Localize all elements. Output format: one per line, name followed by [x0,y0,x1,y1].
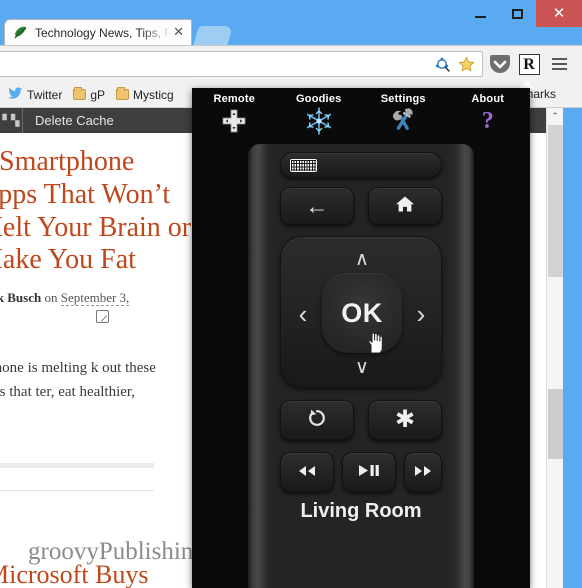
groovypost-favicon-icon [13,25,29,41]
browser-tab[interactable]: Technology News, Tips, R ✕ [4,19,192,46]
page-title: 3 Smartphone Apps That Won’t Melt Your B… [0,146,192,276]
page-scrollbar[interactable]: ⌃ [546,108,563,588]
article-excerpt: rtphone is melting k out these apps that… [0,360,156,401]
dpad-left-button[interactable]: ‹ [291,301,315,327]
dpad-up-button[interactable]: ∧ [347,247,377,271]
play-pause-icon [357,464,381,480]
remote-body: ← ∧ ‹ › ∨ OK ✱ Living Room [248,144,474,588]
scrollbar-thumb-secondary[interactable] [548,389,563,459]
tools-icon [388,107,418,135]
byline-connector: on [44,290,58,305]
fast-forward-icon [413,465,433,480]
folder-icon [116,87,130,100]
dpad-right-button[interactable]: › [409,301,433,327]
pocket-extension-button[interactable] [487,52,513,77]
rewind-icon [297,465,317,480]
tab-close-button[interactable]: ✕ [171,24,191,42]
home-icon [395,195,415,217]
replay-button[interactable] [280,400,354,440]
roku-icon-label: R [518,54,540,75]
play-pause-button[interactable] [342,452,396,492]
bookmark-twitter[interactable]: Twitter [8,86,63,103]
menu-icon [551,58,567,60]
browser-toolbar: R [0,45,582,82]
scroll-up-arrow-icon[interactable]: ⌃ [547,108,563,125]
window-controls: ✕ [462,0,582,27]
byline-date: September 3, [60,290,130,306]
dpad-down-button[interactable]: ∨ [347,355,377,379]
omnibox-icons [432,54,482,74]
tab-remote[interactable]: Remote [192,88,277,143]
close-window-button[interactable]: ✕ [536,0,582,27]
tab-goodies[interactable]: Goodies [277,88,362,143]
asterisk-icon: ✱ [394,406,416,433]
dpad-icon [221,107,247,135]
menu-icon-line3 [551,68,567,70]
new-tab-button[interactable] [193,26,233,46]
maximize-button[interactable] [499,0,536,27]
roku-remote-popup: Remote Goodies Settings About ? ← ∧ ‹ › … [192,88,530,588]
chart-icon[interactable]: ▘▚ [0,114,22,127]
bookmark-label: Twitter [27,87,63,102]
roku-extension-button[interactable]: R [516,52,542,77]
tab-about[interactable]: About ? [446,88,531,143]
scrollbar-thumb[interactable] [548,125,563,277]
divider [0,463,154,468]
ok-button[interactable]: OK [322,273,402,353]
snowflake-icon [304,107,334,135]
article-header: 3 Smartphone Apps That Won’t Melt Your B… [0,146,198,327]
back-arrow-icon: ← [305,192,329,219]
folder-icon [73,87,87,100]
divider-thin [0,490,154,491]
home-button[interactable] [368,187,442,225]
maximize-icon [512,8,523,19]
device-name-label: Living Room [300,500,422,522]
tab-goodies-label: Goodies [296,93,342,105]
rewind-button[interactable] [280,452,334,492]
twitter-icon [8,86,23,103]
page-zoom-icon[interactable] [432,54,452,74]
edit-icon[interactable] [96,310,109,323]
fast-forward-button[interactable] [404,452,442,492]
popup-nav-bar: Remote Goodies Settings About ? [192,88,530,143]
replay-icon [306,407,328,433]
keyboard-icon [290,158,317,172]
question-mark-icon: ? [481,108,494,134]
tab-settings-label: Settings [380,93,426,105]
address-bar[interactable] [0,51,483,77]
tab-about-label: About [471,93,505,105]
screenshot-root: ✕ Technology News, Tips, R ✕ R Twitter g… [0,0,582,588]
minimize-button[interactable] [462,0,499,27]
tab-settings[interactable]: Settings [361,88,446,143]
bookmark-gp[interactable]: gP [73,87,106,102]
byline: Jack Busch on September 3, [0,290,198,327]
bookmark-star-icon[interactable] [456,54,476,74]
back-button[interactable]: ← [280,187,354,225]
menu-icon-line2 [551,63,567,65]
bookmark-mysticg[interactable]: Mysticg [116,87,174,102]
keyboard-button[interactable] [280,152,442,178]
delete-cache-button[interactable]: Delete Cache [23,113,114,128]
remote-button-area: ← ∧ ‹ › ∨ OK ✱ Living Room [272,144,450,588]
options-star-button[interactable]: ✱ [368,400,442,440]
bookmark-label: gP [90,87,106,102]
bookmark-label: Mysticg [133,87,174,102]
tab-title: Technology News, Tips, R [35,26,172,40]
dpad-control: ∧ ‹ › ∨ OK [280,236,442,388]
byline-author[interactable]: Jack Busch [0,290,41,305]
browser-menu-button[interactable] [548,54,570,74]
minimize-icon [475,16,486,18]
tab-remote-label: Remote [213,93,256,105]
next-article-title[interactable]: Microsoft Buys [0,560,149,588]
